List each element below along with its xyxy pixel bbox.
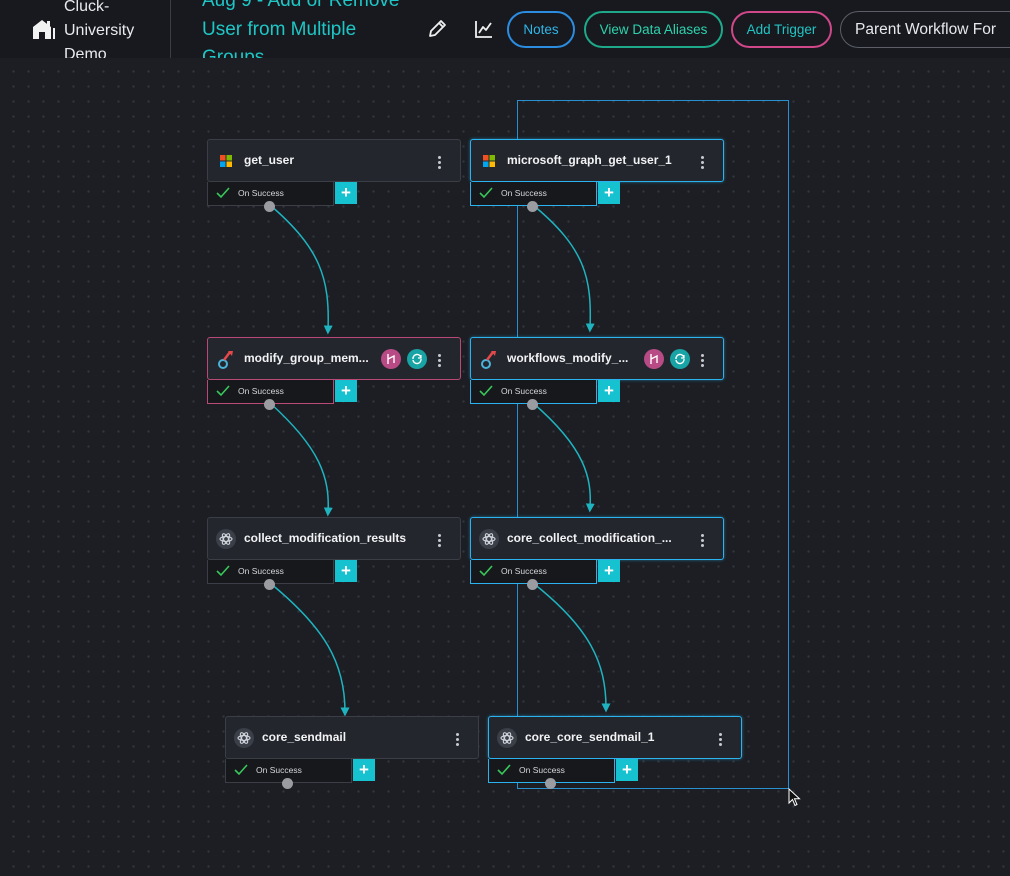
parent-workflow-button[interactable]: Parent Workflow For xyxy=(840,11,1010,48)
mouse-cursor-icon xyxy=(788,788,801,807)
connection-handle[interactable] xyxy=(282,778,293,789)
add-step-button[interactable]: + xyxy=(598,560,620,582)
outlet-label: On Success xyxy=(256,765,302,775)
node-label: core_core_sendmail_1 xyxy=(525,730,655,744)
core-icon xyxy=(497,728,517,748)
node-header[interactable]: collect_modification_results xyxy=(207,517,461,560)
workflow-title[interactable]: Aug 9 - Add or Remove User from Multiple… xyxy=(202,0,412,58)
add-step-button[interactable]: + xyxy=(598,182,620,204)
node-label: microsoft_graph_get_user_1 xyxy=(507,153,672,167)
more-options-icon[interactable] xyxy=(430,351,448,369)
microsoft-icon xyxy=(220,155,232,167)
connection-handle[interactable] xyxy=(264,201,275,212)
node-header[interactable]: get_user xyxy=(207,139,461,182)
connection-handle[interactable] xyxy=(527,579,538,590)
node-workflows-modify[interactable]: workflows_modify_... On Success + xyxy=(470,337,724,410)
check-icon xyxy=(479,187,493,199)
node-core-core-sendmail-1[interactable]: core_core_sendmail_1 On Success + xyxy=(488,716,742,789)
add-step-button[interactable]: + xyxy=(335,182,357,204)
connection-handle[interactable] xyxy=(264,399,275,410)
pencil-icon[interactable] xyxy=(426,18,448,40)
node-header[interactable]: microsoft_graph_get_user_1 xyxy=(470,139,724,182)
branch-icon[interactable] xyxy=(644,349,664,369)
outlet-label: On Success xyxy=(238,188,284,198)
workflow-canvas[interactable]: get_user On Success + microsoft_graph_ge… xyxy=(0,58,1010,876)
outlet-label: On Success xyxy=(501,386,547,396)
outlet-label: On Success xyxy=(238,386,284,396)
workflow-icon xyxy=(481,351,496,369)
outlet-label: On Success xyxy=(238,566,284,576)
microsoft-icon xyxy=(483,155,495,167)
outlet-label: On Success xyxy=(519,765,565,775)
chart-icon[interactable] xyxy=(473,18,495,40)
add-step-button[interactable]: + xyxy=(616,759,638,781)
connection-handle[interactable] xyxy=(264,579,275,590)
check-icon xyxy=(216,565,230,577)
loop-icon[interactable] xyxy=(407,349,427,369)
node-label: workflows_modify_... xyxy=(507,351,629,365)
more-options-icon[interactable] xyxy=(693,531,711,549)
core-icon xyxy=(234,728,254,748)
add-trigger-button[interactable]: Add Trigger xyxy=(731,11,832,48)
org-name[interactable]: Cluck-University Demo xyxy=(64,0,164,58)
add-step-button[interactable]: + xyxy=(335,560,357,582)
edge-collect-to-sendmail xyxy=(269,582,350,717)
more-options-icon[interactable] xyxy=(448,730,466,748)
outlet-label: On Success xyxy=(501,566,547,576)
add-step-button[interactable]: + xyxy=(335,380,357,402)
edge-get-user-to-modify-group xyxy=(269,204,333,335)
core-icon xyxy=(479,529,499,549)
view-data-aliases-button[interactable]: View Data Aliases xyxy=(584,11,723,48)
node-label: core_collect_modification_... xyxy=(507,531,672,545)
more-options-icon[interactable] xyxy=(430,153,448,171)
node-collect-modification-results[interactable]: collect_modification_results On Success … xyxy=(207,517,461,590)
more-options-icon[interactable] xyxy=(693,351,711,369)
more-options-icon[interactable] xyxy=(693,153,711,171)
home-icon[interactable] xyxy=(31,18,55,40)
add-step-button[interactable]: + xyxy=(598,380,620,402)
node-core-sendmail[interactable]: core_sendmail On Success + xyxy=(225,716,479,789)
node-label: collect_modification_results xyxy=(244,531,407,545)
connection-handle[interactable] xyxy=(545,778,556,789)
check-icon xyxy=(234,764,248,776)
workflow-icon xyxy=(218,351,233,369)
check-icon xyxy=(216,385,230,397)
check-icon xyxy=(216,187,230,199)
top-bar: Cluck-University Demo Aug 9 - Add or Rem… xyxy=(0,0,1010,58)
connection-handle[interactable] xyxy=(527,201,538,212)
node-label: core_sendmail xyxy=(262,730,347,744)
branch-icon[interactable] xyxy=(381,349,401,369)
core-icon xyxy=(216,529,236,549)
node-label: get_user xyxy=(244,153,295,167)
outlet-label: On Success xyxy=(501,188,547,198)
node-label: modify_group_mem... xyxy=(244,351,369,365)
notes-button[interactable]: Notes xyxy=(507,11,575,48)
check-icon xyxy=(479,565,493,577)
more-options-icon[interactable] xyxy=(711,730,729,748)
node-modify-group-members[interactable]: modify_group_mem... On Success + xyxy=(207,337,461,410)
node-core-collect-modification[interactable]: core_collect_modification_... On Success… xyxy=(470,517,724,590)
header-divider xyxy=(170,0,171,58)
node-header[interactable]: core_core_sendmail_1 xyxy=(488,716,742,759)
connection-handle[interactable] xyxy=(527,399,538,410)
node-header[interactable]: modify_group_mem... xyxy=(207,337,461,380)
node-get-user[interactable]: get_user On Success + xyxy=(207,139,461,212)
check-icon xyxy=(479,385,493,397)
more-options-icon[interactable] xyxy=(430,531,448,549)
add-step-button[interactable]: + xyxy=(353,759,375,781)
node-header[interactable]: core_sendmail xyxy=(225,716,479,759)
check-icon xyxy=(497,764,511,776)
node-header[interactable]: workflows_modify_... xyxy=(470,337,724,380)
loop-icon[interactable] xyxy=(670,349,690,369)
node-microsoft-graph-get-user-1[interactable]: microsoft_graph_get_user_1 On Success + xyxy=(470,139,724,212)
edge-modify-group-to-collect xyxy=(269,402,333,517)
node-header[interactable]: core_collect_modification_... xyxy=(470,517,724,560)
